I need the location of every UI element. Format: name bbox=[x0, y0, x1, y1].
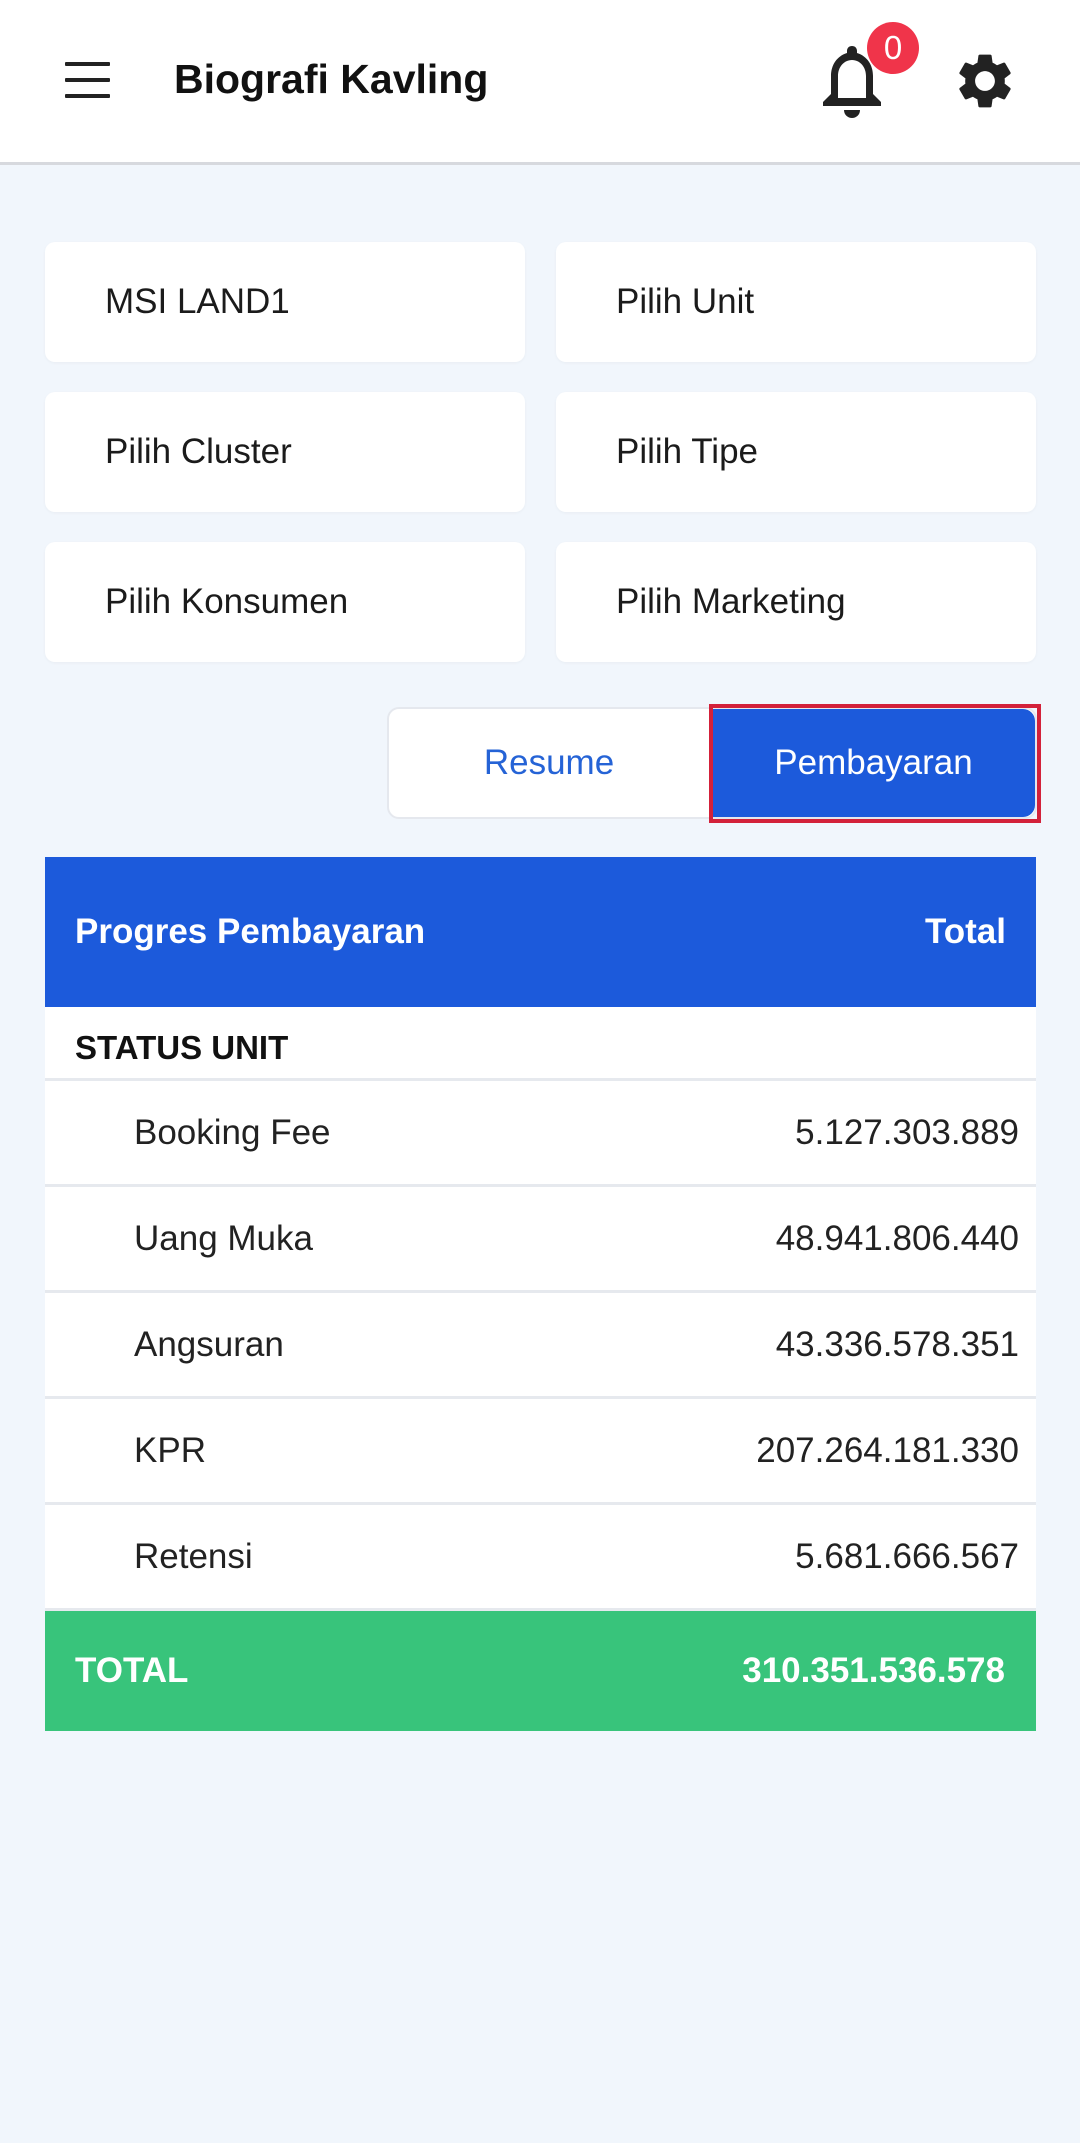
view-toggle: Resume Pembayaran bbox=[387, 707, 1037, 819]
row-label: KPR bbox=[134, 1430, 206, 1470]
company-select[interactable]: MSI LAND1 bbox=[45, 242, 525, 362]
menu-icon[interactable] bbox=[65, 62, 110, 98]
row-label: Retensi bbox=[134, 1536, 253, 1576]
tab-resume[interactable]: Resume bbox=[389, 709, 709, 817]
consumer-select[interactable]: Pilih Konsumen bbox=[45, 542, 525, 662]
marketing-select[interactable]: Pilih Marketing bbox=[556, 542, 1036, 662]
total-value: 310.351.536.578 bbox=[742, 1651, 1005, 1690]
table-row: Angsuran 43.336.578.351 bbox=[45, 1293, 1036, 1399]
cluster-select[interactable]: Pilih Cluster bbox=[45, 392, 525, 512]
gear-icon[interactable] bbox=[952, 48, 1018, 114]
row-value: 43.336.578.351 bbox=[775, 1324, 1019, 1364]
row-value: 5.127.303.889 bbox=[795, 1112, 1019, 1152]
row-value: 48.941.806.440 bbox=[775, 1218, 1019, 1258]
table-row: KPR 207.264.181.330 bbox=[45, 1399, 1036, 1505]
app-bar: Biografi Kavling 0 bbox=[0, 0, 1080, 165]
table-row: Uang Muka 48.941.806.440 bbox=[45, 1187, 1036, 1293]
payment-progress-table: Progres Pembayaran Total STATUS UNIT Boo… bbox=[45, 857, 1036, 1731]
notification-badge: 0 bbox=[867, 22, 919, 74]
row-label: Angsuran bbox=[134, 1324, 284, 1364]
table-row: Booking Fee 5.127.303.889 bbox=[45, 1081, 1036, 1187]
section-status-unit: STATUS UNIT bbox=[45, 1007, 1036, 1081]
header-total-label: Total bbox=[924, 912, 1006, 951]
header-progress-label: Progres Pembayaran bbox=[75, 912, 426, 951]
page-title: Biografi Kavling bbox=[174, 56, 489, 102]
total-label: TOTAL bbox=[75, 1651, 189, 1690]
row-label: Uang Muka bbox=[134, 1218, 313, 1258]
row-label: Booking Fee bbox=[134, 1112, 331, 1152]
table-header: Progres Pembayaran Total bbox=[45, 857, 1036, 1007]
tab-payment[interactable]: Pembayaran bbox=[712, 709, 1035, 817]
table-row: Retensi 5.681.666.567 bbox=[45, 1505, 1036, 1611]
row-value: 5.681.666.567 bbox=[795, 1536, 1019, 1576]
unit-select[interactable]: Pilih Unit bbox=[556, 242, 1036, 362]
type-select[interactable]: Pilih Tipe bbox=[556, 392, 1036, 512]
total-row: TOTAL 310.351.536.578 bbox=[45, 1611, 1036, 1731]
row-value: 207.264.181.330 bbox=[756, 1430, 1019, 1470]
